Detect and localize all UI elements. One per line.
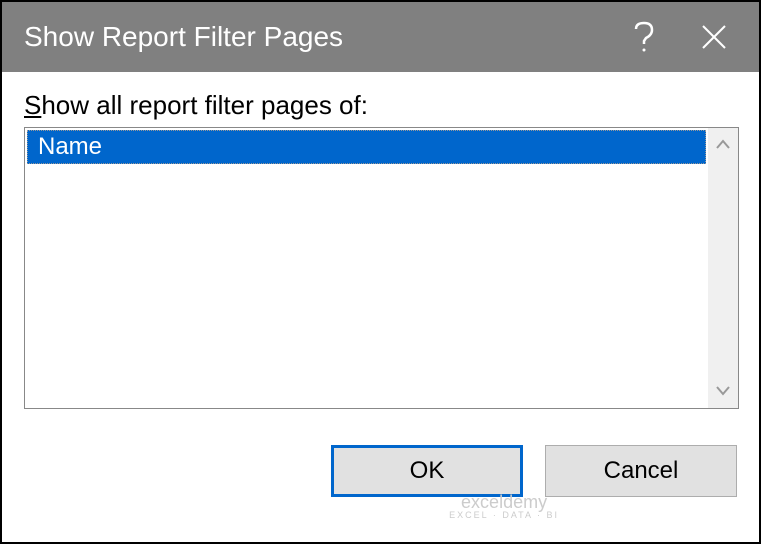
scrollbar[interactable] (708, 128, 738, 408)
help-icon (634, 21, 654, 53)
dialog-window: Show Report Filter Pages Show all report… (0, 0, 761, 544)
close-button[interactable] (679, 2, 749, 72)
scroll-up-icon[interactable] (715, 134, 731, 155)
watermark: exceldemy EXCEL · DATA · BI (449, 493, 559, 520)
list-item[interactable]: Name (27, 130, 706, 164)
help-button[interactable] (609, 2, 679, 72)
button-row: OK Cancel (2, 419, 759, 497)
close-icon (700, 23, 728, 51)
label-accelerator: S (24, 90, 41, 120)
listbox-label: Show all report filter pages of: (24, 90, 737, 121)
filter-listbox[interactable]: Name (25, 128, 708, 408)
listbox-container: Name (24, 127, 739, 409)
dialog-title: Show Report Filter Pages (24, 21, 609, 53)
scroll-down-icon[interactable] (715, 381, 731, 402)
titlebar: Show Report Filter Pages (2, 2, 759, 72)
label-text: how all report filter pages of: (41, 90, 368, 120)
cancel-button[interactable]: Cancel (545, 445, 737, 497)
dialog-body: Show all report filter pages of: Name (2, 72, 759, 419)
watermark-sub: EXCEL · DATA · BI (449, 511, 559, 520)
ok-button[interactable]: OK (331, 445, 523, 497)
